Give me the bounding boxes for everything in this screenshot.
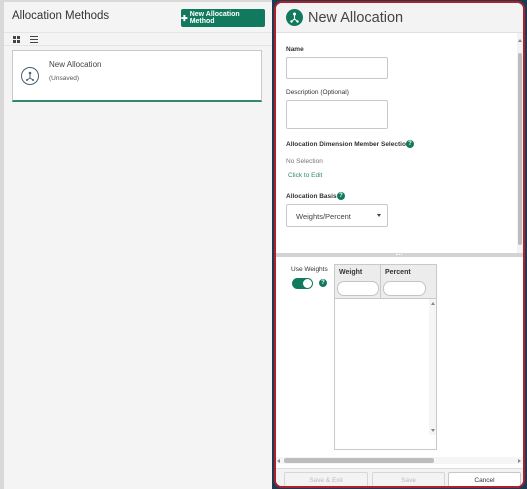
help-icon[interactable]: ? (406, 140, 414, 148)
allocation-methods-panel: Allocation Methods ✚ New Allocation Meth… (0, 0, 272, 489)
grid-header: Weight Percent (335, 265, 436, 299)
allocation-icon (286, 9, 303, 26)
percent-column-header[interactable]: Percent (385, 269, 411, 276)
name-input[interactable] (286, 57, 388, 79)
help-icon[interactable]: ? (337, 192, 345, 200)
use-weights-toggle[interactable] (292, 278, 313, 289)
use-weights-label: Use Weights (291, 266, 328, 273)
list-item[interactable]: New Allocation (Unsaved) (12, 50, 262, 102)
list-view-icon[interactable] (30, 36, 38, 44)
percent-filter-input[interactable] (383, 281, 426, 296)
panel-title: Allocation Methods (12, 10, 110, 22)
editor-header: New Allocation (276, 3, 523, 33)
plus-icon: ✚ (181, 13, 188, 23)
editor-footer: Save & Exit Save Cancel (276, 468, 523, 486)
scroll-down-icon[interactable] (430, 429, 435, 432)
list-item-status: (Unsaved) (49, 75, 79, 82)
weight-column-header[interactable]: Weight (339, 269, 362, 276)
weights-grid: Weight Percent (334, 264, 437, 450)
chevron-down-icon (377, 214, 381, 217)
allocation-basis-value: Weights/Percent (296, 212, 351, 221)
scrollbar-thumb[interactable] (518, 53, 522, 245)
weights-pane: Use Weights ? Weight Percent (276, 257, 523, 486)
weight-filter-input[interactable] (337, 281, 379, 296)
description-textarea[interactable] (286, 100, 388, 129)
dimension-selection-status: No Selection (286, 158, 323, 165)
list-item-title: New Allocation (49, 60, 102, 69)
grid-view-icon[interactable] (13, 36, 20, 43)
scroll-up-icon[interactable] (430, 302, 435, 305)
panel-header: Allocation Methods ✚ New Allocation Meth… (4, 2, 272, 32)
name-label: Name (286, 46, 304, 53)
toggle-knob (303, 279, 312, 288)
click-to-edit-link[interactable]: Click to Edit (288, 172, 322, 179)
editor-title: New Allocation (308, 10, 404, 26)
save-and-exit-button[interactable]: Save & Exit (284, 472, 368, 486)
cancel-button[interactable]: Cancel (448, 472, 521, 486)
horizontal-scrollbar[interactable] (276, 457, 523, 464)
scroll-up-icon[interactable] (518, 39, 522, 42)
scrollbar-thumb[interactable] (284, 458, 434, 463)
scroll-right-icon[interactable] (518, 458, 521, 463)
allocation-basis-select[interactable]: Weights/Percent (286, 204, 388, 227)
allocation-icon (21, 67, 39, 85)
form-scrollbar[interactable] (517, 33, 523, 253)
splitter-handle-icon[interactable] (396, 254, 402, 256)
scroll-left-icon[interactable] (277, 458, 280, 463)
allocation-editor: New Allocation Name Description (Optiona… (274, 1, 525, 488)
dimension-selection-label: Allocation Dimension Member Selection (286, 141, 410, 148)
view-toggle-bar (4, 32, 272, 46)
help-icon[interactable]: ? (319, 279, 327, 287)
description-label: Description (Optional) (286, 89, 349, 96)
new-allocation-method-button[interactable]: ✚ New Allocation Method (181, 9, 265, 27)
allocation-list: New Allocation (Unsaved) (4, 46, 272, 489)
save-button[interactable]: Save (372, 472, 445, 486)
grid-scrollbar[interactable] (429, 299, 436, 435)
allocation-basis-label: Allocation Basis (286, 193, 337, 200)
new-allocation-method-label: New Allocation Method (189, 11, 240, 25)
